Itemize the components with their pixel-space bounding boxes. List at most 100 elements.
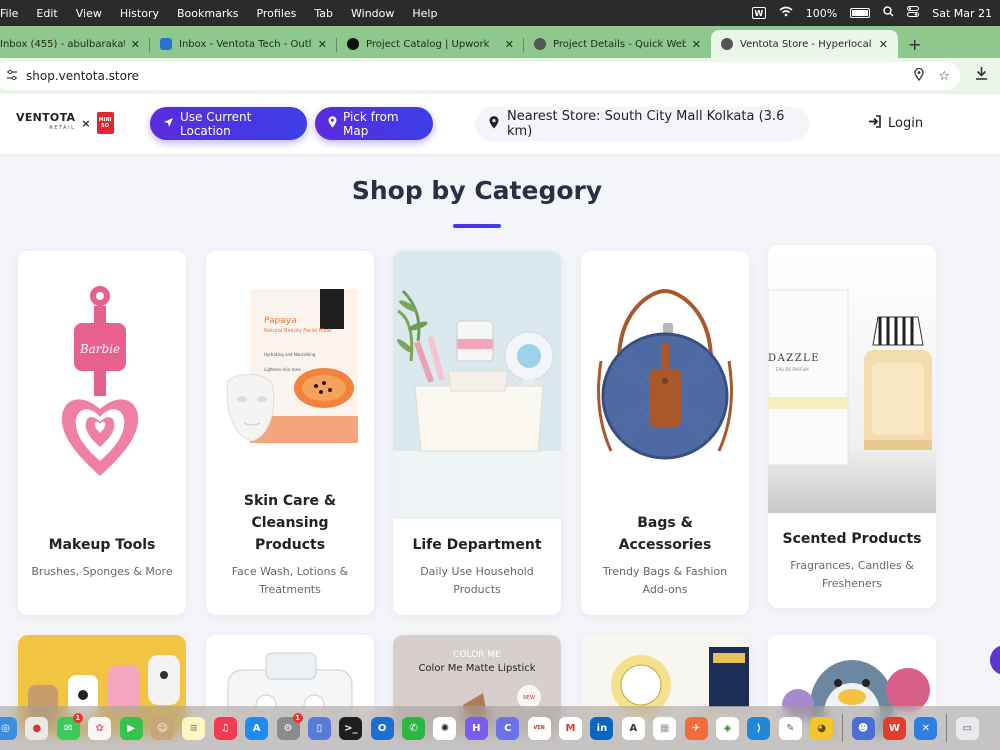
category-card-makeup-tools[interactable]: Barbie Makeup Tools Brushes, Sponges & M… [18,251,186,615]
svg-text:Lightens skin tone: Lightens skin tone [264,367,301,372]
wps-icon[interactable]: W [882,716,906,740]
site-info-icon[interactable] [6,69,18,84]
control-center-icon[interactable] [907,6,920,20]
menubar-datetime[interactable]: Sat Mar 21 [932,7,992,20]
dock-separator [842,714,844,742]
menu-history[interactable]: History [111,7,168,20]
tab-outlook[interactable]: Inbox - Ventota Tech - Outloo ✕ [150,30,337,58]
trash-icon[interactable]: ▭ [955,716,979,740]
scented-products-image: DAZZLE EAU DE PARFUM [768,245,936,513]
tab-close-icon[interactable]: ✕ [131,38,140,51]
use-current-location-button[interactable]: Use Current Location [150,107,307,140]
messages-icon[interactable]: ✉ 1 [56,712,83,740]
bookmark-star-icon[interactable]: ☆ [938,69,950,84]
tab-ventota-store[interactable]: Ventota Store - Hyperlocal Sh ✕ [711,30,898,58]
category-name: Life Department [412,537,542,553]
chat-fab-button[interactable] [990,645,1000,675]
menu-profiles[interactable]: Profiles [247,7,305,20]
macos-menubar: File Edit View History Bookmarks Profile… [0,0,1000,26]
tab-close-icon[interactable]: ✕ [879,38,888,51]
postman-icon[interactable]: ✈ [684,716,708,740]
svg-text:DAZZLE: DAZZLE [768,353,820,364]
category-card-life-department[interactable]: Life Department Daily Use Household Prod… [393,251,561,615]
menu-view[interactable]: View [67,7,111,20]
login-icon [868,115,882,132]
location-pin-icon[interactable] [914,67,924,85]
ventota-icon[interactable]: VEN [527,716,551,740]
login-button[interactable]: Login [868,115,923,132]
menu-help[interactable]: Help [403,7,446,20]
outlook-icon[interactable]: O [370,716,394,740]
duck-icon[interactable]: ◕ [810,716,834,740]
svg-text:Barbie: Barbie [79,342,120,356]
menu-bookmarks[interactable]: Bookmarks [168,7,247,20]
battery-percent: 100% [805,6,838,20]
cursor-icon[interactable]: C [496,716,520,740]
tab-project-details[interactable]: Project Details - Quick Web S ✕ [524,30,711,58]
tab-close-icon[interactable]: ✕ [505,38,514,51]
url-text[interactable]: shop.ventota.store [26,69,139,83]
miniso-logo: MINI SO [96,112,114,134]
category-card-scented[interactable]: DAZZLE EAU DE PARFUM Scented Products Fr… [768,245,936,608]
simulator-icon[interactable]: ▯ [307,716,331,740]
hub-icon[interactable]: H [464,716,488,740]
dock-separator [946,714,948,742]
textedit-icon[interactable]: ✎ [778,716,802,740]
tab-title: Project Details - Quick Web S [553,38,686,50]
linkedin-icon[interactable]: in [590,716,614,740]
sheets-icon[interactable]: ▦ [653,716,677,740]
wifi-icon[interactable] [779,6,793,20]
browser-tabstrip: Inbox (455) - abulbarakathm ✕ Inbox - Ve… [0,26,1000,58]
category-card-bags[interactable]: Bags & Accessories Trendy Bags & Fashion… [581,251,749,615]
safari-icon[interactable]: ◎ [0,716,17,740]
chrome-icon[interactable]: ● [25,716,49,740]
menu-file[interactable]: File [0,7,27,20]
map-pin-icon [328,116,337,131]
appstore-icon[interactable]: A [245,716,269,740]
address-bar-row: shop.ventota.store ☆ [0,58,1000,94]
menubar-status: W 100% Sat Mar 21 [751,0,992,26]
category-card-skin-care[interactable]: Papaya Natural Beauty Facial Mask Hydrat… [206,251,374,615]
menu-window[interactable]: Window [342,7,403,20]
sourcetree-icon[interactable]: ◈ [715,716,739,740]
category-description: Fragrances, Candles & Fresheners [790,559,914,590]
macos-dock: ◎ ● ✉ 1 ✿ ▶ ☺ ≡ ♫ A ⚙ 1 ▯ >_ O ✆ ✺ H C VEN… [0,706,1000,750]
nearest-store-pill[interactable]: Nearest Store: South City Mall Kolkata (… [475,107,810,141]
vscode-icon[interactable]: ⟩ [747,716,771,740]
new-tab-button[interactable]: + [898,30,931,58]
notes-icon[interactable]: ≡ [182,716,206,740]
upwork-favicon-icon [347,38,359,50]
xcode-icon[interactable]: ✕ [914,716,938,740]
tab-close-icon[interactable]: ✕ [318,38,327,51]
spotlight-search-icon[interactable] [883,6,894,20]
svg-text:Color Me Matte Lipstick: Color Me Matte Lipstick [418,663,535,674]
tab-title: Project Catalog | Upwork [366,38,490,50]
menu-edit[interactable]: Edit [27,7,66,20]
chatgpt-icon[interactable]: ✺ [433,716,457,740]
translate-icon[interactable]: A [621,716,645,740]
menu-tab[interactable]: Tab [305,7,342,20]
category-name: Makeup Tools [48,537,156,553]
photos-icon[interactable]: ✿ [88,716,112,740]
terminal-icon[interactable]: >_ [339,716,363,740]
whatsapp-icon[interactable]: ✆ [402,716,426,740]
site-logo[interactable]: VENTOTA RETAIL × MINI SO [16,112,114,134]
wps-status-icon[interactable]: W [751,7,766,19]
title-underline [453,224,501,228]
battery-icon[interactable] [850,8,871,18]
globe-favicon-icon [721,38,733,50]
settings-icon[interactable]: ⚙ 1 [276,712,303,740]
music-icon[interactable]: ♫ [213,716,237,740]
contacts-icon[interactable]: ☺ [150,716,174,740]
tab-gmail[interactable]: Inbox (455) - abulbarakathm ✕ [0,30,150,58]
omnibox[interactable]: shop.ventota.store ☆ [0,62,960,90]
tab-upwork[interactable]: Project Catalog | Upwork ✕ [337,30,524,58]
facetime-icon[interactable]: ▶ [119,716,143,740]
download-icon[interactable] [975,66,988,84]
tab-close-icon[interactable]: ✕ [692,38,701,51]
pick-from-map-button[interactable]: Pick from Map [315,107,433,140]
gmail-icon[interactable]: M [559,716,583,740]
svg-text:Natural Beauty Facial Mask: Natural Beauty Facial Mask [264,328,332,334]
category-description: Daily Use Household Products [420,565,534,596]
finder-icon[interactable]: ☻ [851,716,875,740]
